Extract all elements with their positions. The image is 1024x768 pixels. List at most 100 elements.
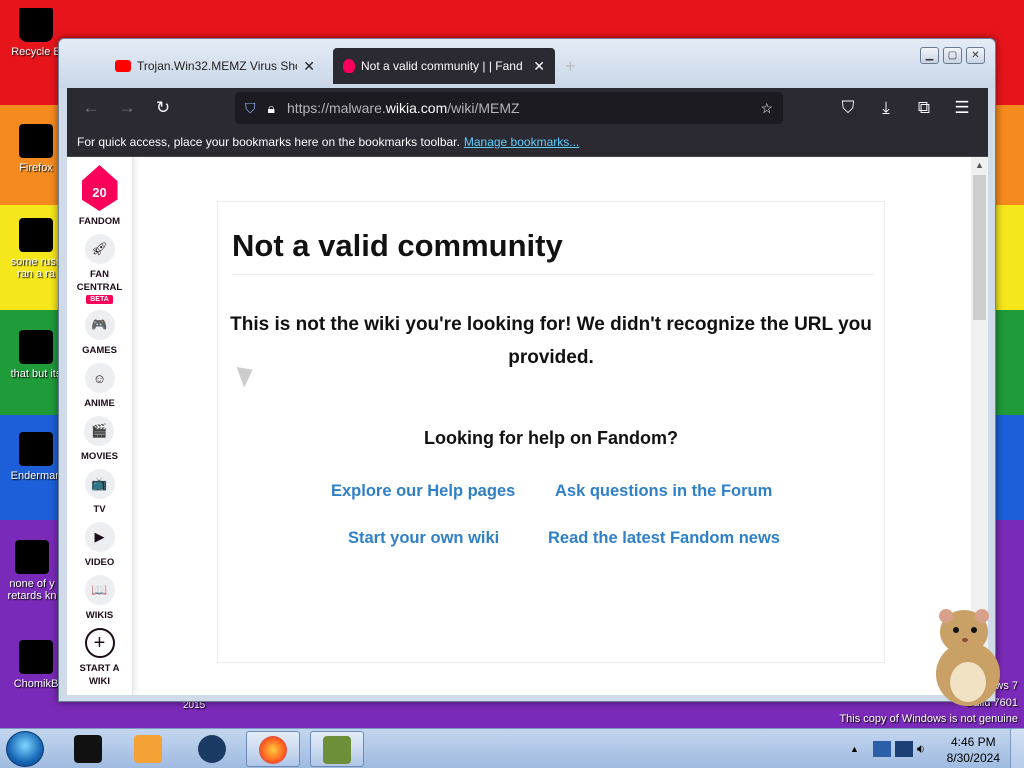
fandom-label[interactable]: FANDOM [79,215,120,228]
chomikbox-icon [323,736,351,764]
clock-date: 8/30/2024 [946,751,1000,765]
forum-link[interactable]: Ask questions in the Forum [555,482,772,501]
url-prefix: https://malware. [286,100,386,116]
new-tab-button[interactable]: + [565,56,576,77]
desktop-icon-label: some russ ran a ra [10,256,62,280]
firefox-icon [19,124,53,158]
back-button[interactable]: ← [73,90,109,126]
taskbar-firefox[interactable] [246,731,300,767]
media-player-icon [134,735,162,763]
menu-icon[interactable]: ☰ [944,90,980,126]
tv-label: TV [93,504,106,515]
taskbar-app-1[interactable] [62,731,116,767]
beta-badge: BETA [86,295,113,304]
help-pages-link[interactable]: Explore our Help pages [331,482,515,501]
url-text[interactable]: https://malware.wikia.com/wiki/MEMZ [287,100,748,116]
nav-fan-central[interactable]: 🚀︎ FAN CENTRAL BETA [75,234,125,304]
lock-icon[interactable]: 🔒︎ [268,100,275,117]
tab-title: Trojan.Win32.MEMZ Virus Show [137,59,298,73]
desktop-icon-label: none of y retards kn [7,578,57,602]
close-tab-icon[interactable]: ✕ [303,58,315,75]
error-description: This is not the wiki you're looking for!… [230,314,872,368]
file-icon [19,218,53,252]
taskbar-app-3[interactable] [186,731,240,767]
taskbar: ▲ 🔉︎ 4:46 PM 8/30/2024 [0,728,1024,768]
maximize-button[interactable]: ▢ [943,47,962,64]
close-window-button[interactable]: ✕ [966,47,985,64]
desktop-icon-file-3[interactable]: none of y retards kn [0,540,64,602]
firefox-window: Trojan.Win32.MEMZ Virus Show ✕ Not a val… [58,38,996,702]
action-center-icon[interactable] [894,741,913,757]
navigation-toolbar: ← → ↻ ⛉ 🔒︎ https://malware.wikia.com/wik… [67,88,988,128]
fandom-icon [343,59,355,73]
plus-icon: + [84,628,115,658]
help-heading: Looking for help on Fandom? [424,428,678,448]
movies-label: MOVIES [81,451,118,462]
title-bar[interactable]: Trojan.Win32.MEMZ Virus Show ✕ Not a val… [59,39,995,88]
tab-youtube-memz[interactable]: Trojan.Win32.MEMZ Virus Show ✕ [105,48,325,84]
desktop-icon-label: Recycle B [11,46,61,58]
video-label: VIDEO [84,557,115,568]
address-bar[interactable]: ⛉ 🔒︎ https://malware.wikia.com/wiki/MEMZ… [235,92,783,124]
anime-icon: ☺ [84,363,115,393]
forward-button[interactable]: → [109,90,145,126]
show-desktop-button[interactable] [1010,729,1024,768]
nav-movies[interactable]: 🎬 MOVIES [81,416,118,463]
file-icon [15,540,49,574]
tab-not-valid-community[interactable]: Not a valid community | | Fand ✕ [333,48,555,84]
page-viewport: 20 FANDOM 🚀︎ FAN CENTRAL BETA 🎮 GAMES ☺ … [67,157,988,695]
fandom-logo-icon[interactable]: 20 [81,165,118,211]
desktop-icon-label: that but its [10,368,62,380]
file-icon [19,432,53,466]
anime-label: ANIME [84,398,115,409]
recycle-bin-icon [19,8,53,42]
error-card: Not a valid community This is not the wi… [217,201,885,663]
wikis-label: WIKIS [85,610,114,621]
wikis-icon: 📖 [84,575,115,605]
not-genuine-text: This copy of Windows is not genuine [839,713,1018,725]
desktop-icon-label: Firefox [19,162,53,174]
close-tab-icon[interactable]: ✕ [533,58,545,75]
tv-icon: 📺 [84,469,115,499]
fan-central-label: FAN CENTRAL [76,269,123,293]
movies-icon: 🎬 [84,416,115,446]
network-icon[interactable] [872,741,891,757]
nav-start-a-wiki[interactable]: + START A WIKI [75,628,125,688]
games-icon: 🎮 [84,310,115,340]
tab-title: Not a valid community | | Fand [361,59,523,73]
scroll-thumb[interactable] [973,175,986,320]
app-icon [74,735,102,763]
url-path: /wiki/MEMZ [447,100,520,116]
tray-expand-icon[interactable]: ▲ [850,744,859,754]
pocket-icon[interactable]: ⛉ [830,90,866,126]
firefox-icon [259,736,287,764]
desktop-icon-label: Enderman [10,470,62,482]
bookmarks-message: For quick access, place your bookmarks h… [77,135,460,149]
start-button[interactable] [6,731,44,767]
reload-button[interactable]: ↻ [145,90,181,126]
clock[interactable]: 4:46 PM 8/30/2024 [947,734,1000,766]
nav-video[interactable]: ▶ VIDEO [84,522,115,569]
games-label: GAMES [82,345,117,356]
nav-anime[interactable]: ☺ ANIME [84,363,115,410]
start-wiki-link[interactable]: Start your own wiki [348,529,499,548]
tracking-shield-icon[interactable]: ⛉ [245,100,256,117]
taskbar-media-player[interactable] [122,731,176,767]
scroll-up-icon[interactable]: ▲ [971,157,988,174]
globe-icon [198,735,226,763]
manage-bookmarks-link[interactable]: Manage bookmarks... [464,135,579,149]
nav-wikis[interactable]: 📖 WIKIS [84,575,115,622]
volume-icon[interactable]: 🔉︎ [917,741,925,757]
youtube-icon [115,60,131,72]
start-a-wiki-label: START A WIKI [79,663,120,687]
divider [232,274,874,275]
minimize-button[interactable]: ▁ [920,47,939,64]
rocket-icon: 🚀︎ [84,234,115,264]
download-icon[interactable]: ⤓ [868,90,904,126]
taskbar-chomikbox[interactable] [310,731,364,767]
extensions-icon[interactable]: ⧉ [906,90,942,126]
nav-games[interactable]: 🎮 GAMES [82,310,117,357]
nav-tv[interactable]: 📺 TV [84,469,115,516]
bookmark-star-icon[interactable]: ☆ [760,100,773,117]
fandom-news-link[interactable]: Read the latest Fandom news [548,529,780,548]
